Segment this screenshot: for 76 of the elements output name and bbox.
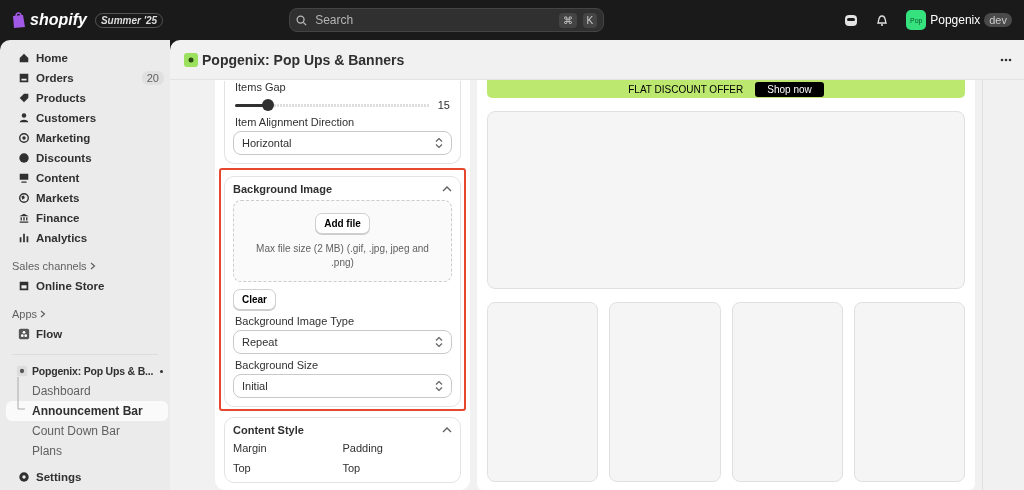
chevron-up-icon[interactable] <box>442 427 452 433</box>
select-arrows-icon <box>435 137 443 149</box>
store-icon <box>18 280 30 292</box>
shortcut-key: K <box>582 12 598 28</box>
section-heading[interactable]: Apps <box>12 308 38 320</box>
nav-item[interactable]: Products <box>6 88 168 108</box>
pin-dot <box>160 369 163 373</box>
nav-item[interactable]: Flow <box>6 324 168 344</box>
nav-item[interactable]: Markets <box>6 188 168 208</box>
field-label: Background Size <box>235 359 320 371</box>
bank-icon <box>18 212 30 224</box>
store-name[interactable]: Popgenix <box>930 13 981 27</box>
section-heading[interactable]: Sales channels <box>12 260 87 272</box>
field-label: Background Image Type <box>235 315 356 327</box>
chevron-right-icon <box>89 262 96 270</box>
count-badge: 20 <box>141 71 164 85</box>
add-file-button[interactable]: Add file <box>315 212 370 234</box>
nav-item[interactable]: Analytics <box>6 228 168 248</box>
banner-text: FLAT DISCOUNT OFFER <box>628 83 744 95</box>
nav-item[interactable]: Home <box>6 48 168 68</box>
sub-nav-item[interactable]: Announcement Bar <box>6 401 168 421</box>
nav-item[interactable]: Settings <box>6 467 168 487</box>
sub-nav-item[interactable]: Dashboard <box>6 381 168 401</box>
monitor-icon <box>18 172 30 184</box>
nav-item[interactable]: Content <box>6 168 168 188</box>
field-label: Items Gap <box>235 81 287 93</box>
field-label: Padding <box>342 442 384 454</box>
nav-item[interactable]: Orders 20 <box>6 68 168 88</box>
target-icon <box>18 132 30 144</box>
card-title: Background Image <box>233 183 333 195</box>
app-icon <box>16 365 28 377</box>
select-field[interactable]: Repeat <box>233 330 452 354</box>
chevron-right-icon <box>40 310 47 318</box>
dev-badge: dev <box>984 13 1012 27</box>
nav-item[interactable]: Popgenix: Pop Ups & B... <box>6 361 168 381</box>
page-title: Popgenix: Pop Ups & Banners <box>202 51 405 68</box>
field-label: Item Alignment Direction <box>235 116 356 128</box>
upload-hint: Max file size (2 MB) (.gif, .jpg, jpeg and .png) <box>255 241 430 270</box>
nav-item[interactable]: Online Store <box>6 276 168 296</box>
brand-name: shopify <box>30 11 87 29</box>
shopping-bag-icon <box>12 12 26 28</box>
search-field[interactable]: Search <box>313 12 553 28</box>
shortcut-key: ⌘ <box>558 12 577 28</box>
more-actions-icon[interactable] <box>1000 57 1012 62</box>
nav-item[interactable]: Finance <box>6 208 168 228</box>
bell-icon[interactable] <box>876 13 889 27</box>
upload-dropzone[interactable]: Add file Max file size (2 MB) (.gif, .jpg, jpeg and .png) <box>233 200 452 282</box>
select-field[interactable]: Horizontal <box>233 131 452 155</box>
nav-item[interactable]: Marketing <box>6 128 168 148</box>
slider-thumb[interactable] <box>262 98 275 111</box>
select-arrows-icon <box>435 336 443 348</box>
shop-now-button[interactable]: Shop now <box>755 81 824 97</box>
home-icon <box>18 52 30 64</box>
clear-button[interactable]: Clear <box>233 289 276 310</box>
sub-nav-item[interactable]: Count Down Bar <box>6 421 168 441</box>
field-label: Margin <box>233 442 268 454</box>
inbox-icon <box>18 72 30 84</box>
tree-connector <box>16 377 26 413</box>
card-title: Content Style <box>233 424 304 436</box>
slider-value: 15 <box>437 99 450 111</box>
chevron-up-icon[interactable] <box>442 186 452 192</box>
nav-item[interactable]: Discounts <box>6 148 168 168</box>
select-field[interactable]: Initial <box>233 374 452 398</box>
select-arrows-icon <box>435 380 443 392</box>
sub-nav-item[interactable]: Plans <box>6 441 168 461</box>
flow-icon <box>18 328 30 340</box>
bar-chart-icon <box>18 232 30 244</box>
nav-item[interactable]: Customers <box>6 108 168 128</box>
field-label: Top <box>233 462 252 474</box>
field-label: Top <box>342 462 362 474</box>
person-icon <box>18 112 30 124</box>
tag-icon <box>18 92 30 104</box>
app-icon <box>184 52 198 67</box>
robot-face-icon[interactable] <box>844 13 859 27</box>
search-bar[interactable]: Search ⌘ K <box>289 8 605 32</box>
search-icon <box>296 14 308 26</box>
